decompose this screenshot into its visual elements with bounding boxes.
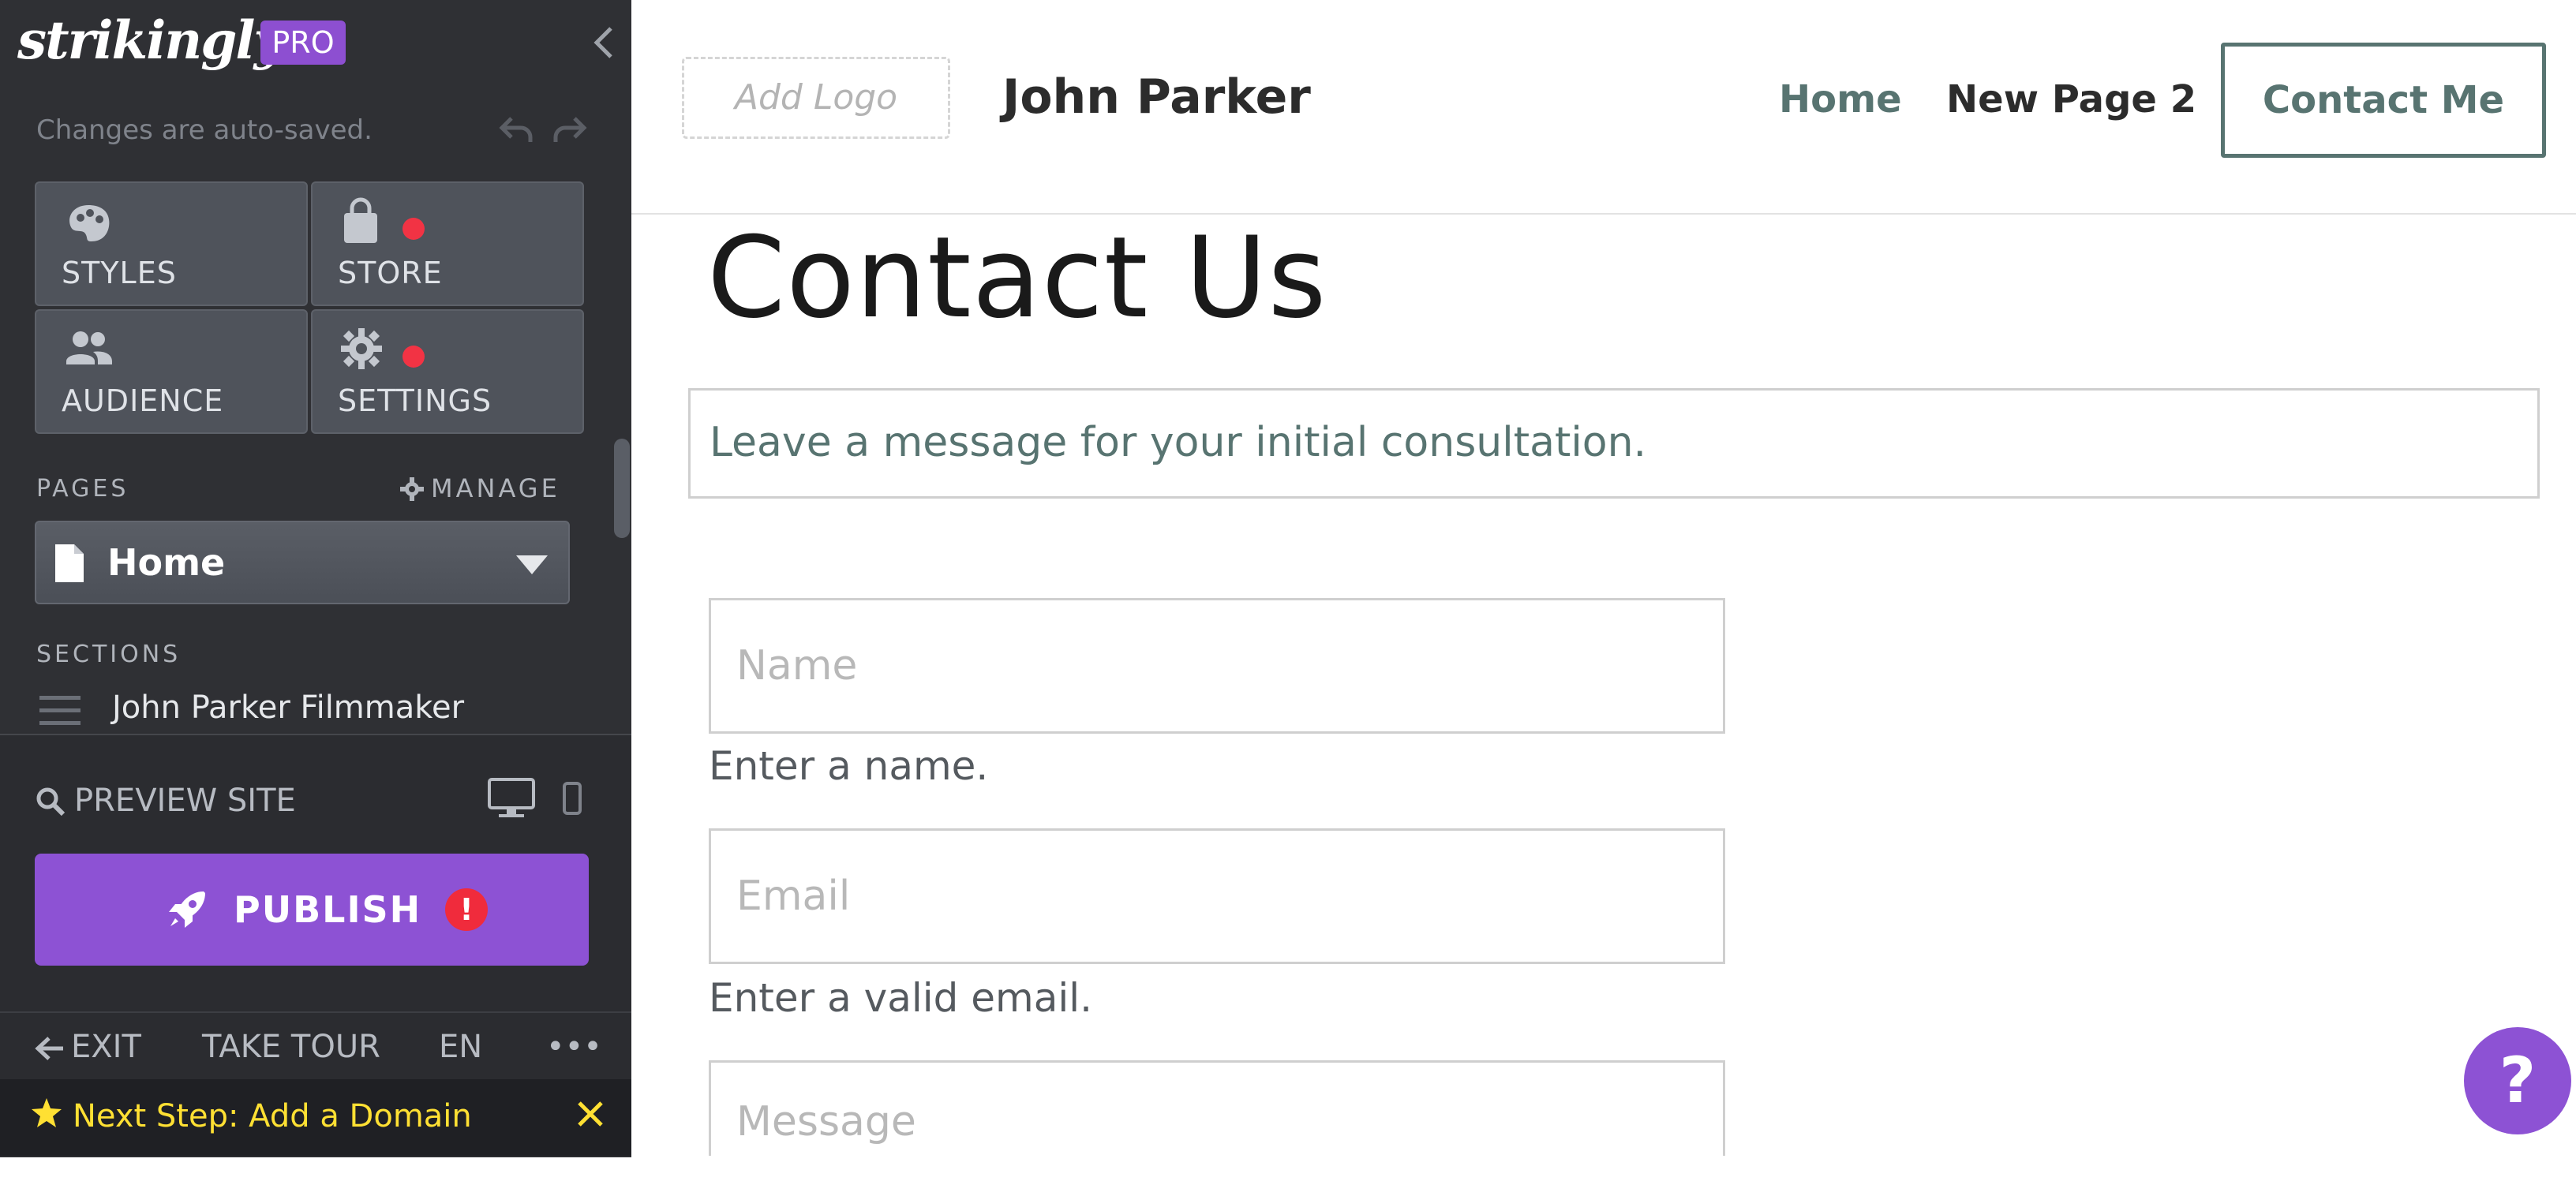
settings-notification-dot <box>402 346 425 368</box>
exit-button[interactable]: EXIT <box>35 1029 141 1065</box>
more-options-button[interactable]: ••• <box>546 1029 602 1065</box>
rocket-icon <box>164 885 212 936</box>
current-page-name: Home <box>107 541 226 584</box>
name-input[interactable] <box>711 600 1723 731</box>
next-step-text: Next Step: Add a Domain <box>73 1098 472 1134</box>
site-name[interactable]: John Parker <box>1002 69 1311 125</box>
intro-text: Leave a message for your initial consult… <box>710 419 1647 466</box>
gear-icon <box>338 325 391 376</box>
section-item[interactable]: John Parker Filmmaker <box>36 686 620 734</box>
contact-me-button[interactable]: Contact Me <box>2221 43 2546 158</box>
search-icon <box>36 787 66 817</box>
preview-site-button[interactable]: PREVIEW SITE <box>35 783 296 819</box>
strikingly-logo: strikingly <box>17 9 284 71</box>
document-icon <box>54 543 85 587</box>
drag-handle-icon[interactable] <box>39 691 80 732</box>
audience-label: AUDIENCE <box>62 383 224 418</box>
sections-heading: SECTIONS <box>36 641 182 668</box>
collapse-sidebar-icon[interactable] <box>587 21 622 65</box>
chevron-down-icon <box>515 554 549 579</box>
pro-badge: PRO <box>260 21 346 65</box>
close-icon[interactable] <box>575 1098 606 1133</box>
exit-label: EXIT <box>71 1029 141 1065</box>
sidebar-footer: EXIT TAKE TOUR EN ••• <box>0 1011 631 1081</box>
settings-label: SETTINGS <box>338 383 492 418</box>
audience-tile[interactable]: AUDIENCE <box>35 309 308 434</box>
email-hint: Enter a valid email. <box>709 975 1093 1021</box>
autosave-status: Changes are auto-saved. <box>36 114 373 146</box>
page-selector[interactable]: Home <box>35 521 570 604</box>
name-hint: Enter a name. <box>709 743 989 789</box>
arrow-left-icon <box>35 1037 63 1060</box>
intro-text-box[interactable]: Leave a message for your initial consult… <box>688 388 2540 499</box>
sidebar-scrollbar[interactable] <box>614 439 630 538</box>
desktop-icon[interactable] <box>488 778 535 822</box>
store-notification-dot <box>402 218 425 240</box>
add-logo-placeholder[interactable]: Add Logo <box>682 57 950 139</box>
next-step-banner[interactable]: Next Step: Add a Domain <box>0 1079 631 1156</box>
store-tile[interactable]: STORE <box>311 181 584 306</box>
styles-label: STYLES <box>62 256 177 290</box>
message-field[interactable] <box>709 1060 1725 1181</box>
publish-alert-badge: ! <box>445 888 488 931</box>
email-input[interactable] <box>711 831 1723 962</box>
star-icon <box>30 1097 63 1133</box>
store-label: STORE <box>338 256 443 290</box>
publish-button[interactable]: PUBLISH ! <box>35 854 589 966</box>
shopping-bag-icon <box>338 197 391 248</box>
help-button[interactable]: ? <box>2464 1027 2571 1134</box>
name-field[interactable] <box>709 598 1725 734</box>
manage-label: MANAGE <box>431 473 560 503</box>
mobile-icon[interactable] <box>562 781 582 819</box>
publish-label: PUBLISH <box>234 888 422 931</box>
email-field[interactable] <box>709 828 1725 964</box>
styles-tile[interactable]: STYLES <box>35 181 308 306</box>
nav-link-new-page-2[interactable]: New Page 2 <box>1946 77 2196 121</box>
preview-site-label: PREVIEW SITE <box>74 783 296 819</box>
people-icon <box>62 325 115 376</box>
gear-icon <box>400 477 424 501</box>
section-name: John Parker Filmmaker <box>112 690 465 726</box>
language-button[interactable]: EN <box>439 1029 482 1065</box>
message-input[interactable] <box>711 1063 1723 1181</box>
pages-heading: PAGES <box>36 475 129 503</box>
nav-link-home[interactable]: Home <box>1779 77 1902 121</box>
settings-tile[interactable]: SETTINGS <box>311 309 584 434</box>
site-canvas: Add Logo John Parker Home New Page 2 Con… <box>631 0 2576 1181</box>
redo-icon[interactable] <box>551 110 589 148</box>
take-tour-button[interactable]: TAKE TOUR <box>202 1029 380 1065</box>
editor-sidebar: strikingly PRO Changes are auto-saved. S… <box>0 0 631 1157</box>
site-navbar: Add Logo John Parker Home New Page 2 Con… <box>631 0 2576 215</box>
palette-icon <box>62 197 115 248</box>
manage-pages-button[interactable]: MANAGE <box>399 473 560 503</box>
page-title[interactable]: Contact Us <box>707 213 1327 343</box>
undo-icon[interactable] <box>497 110 535 148</box>
